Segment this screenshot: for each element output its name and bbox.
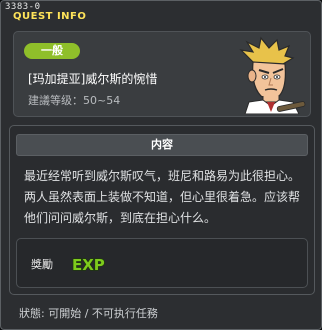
quest-type-badge: 一般 [24, 43, 80, 59]
description-panel: 内容 最近经常听到威尔斯叹气，班尼和路易为此很担心。两人虽然表面上装做不知道，但… [9, 125, 315, 295]
exp-icon-text: EXP [72, 256, 105, 274]
window-title: QUEST INFO [13, 11, 87, 22]
description-heading: 内容 [16, 134, 308, 156]
npc-portrait-icon [239, 36, 306, 114]
description-text: 最近经常听到威尔斯叹气，班尼和路易为此很担心。两人虽然表面上装做不知道，但心里很… [24, 169, 301, 225]
reward-label: 獎勵 [31, 258, 53, 271]
quest-header: 一般 [玛加提亚]威尔斯的惋惜 建議等级：50~54 [13, 31, 311, 117]
quest-name: [玛加提亚]威尔斯的惋惜 [28, 72, 158, 86]
exp-icon: EXP [71, 255, 105, 274]
quest-info-window: 3383-0 QUEST INFO 一般 [玛加提亚]威尔斯的惋惜 建議等级：5… [0, 0, 322, 330]
quest-level: 建議等级：50~54 [28, 94, 121, 107]
reward-panel: 獎勵 EXP [16, 238, 308, 288]
quest-status: 狀態: 可開始 / 不可执行任務 [19, 307, 158, 320]
